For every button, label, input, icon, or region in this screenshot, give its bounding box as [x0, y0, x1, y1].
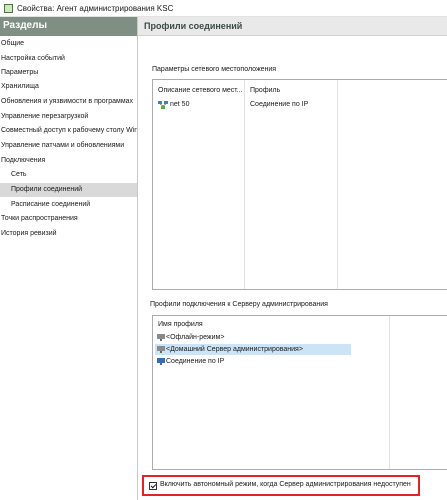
connection-profiles-list[interactable]: Имя профиля <Офлайн-режим> <Домашний Сер… [152, 315, 447, 470]
sidebar-item-storages[interactable]: Хранилища [0, 80, 137, 94]
sidebar-item-reboot-management[interactable]: Управление перезагрузкой [0, 110, 137, 124]
sidebar-item-connections[interactable]: Подключения [0, 154, 137, 168]
column-header-profile[interactable]: Профиль [250, 87, 280, 94]
column-header-location-description[interactable]: Описание сетевого мест... [158, 87, 243, 94]
network-location-list[interactable]: Описание сетевого мест... Профиль net 50… [152, 79, 447, 290]
computer-blue-icon [157, 358, 165, 365]
window-titlebar: Свойства: Агент администрирования KSC [0, 0, 447, 17]
sidebar-item-network[interactable]: Сеть [0, 168, 137, 182]
main-panel: Профили соединений Параметры сетевого ме… [138, 17, 447, 500]
sidebar-item-updates-vulnerabilities[interactable]: Обновления и уязвимости в программах [0, 95, 137, 109]
sidebar-item-parameters[interactable]: Параметры [0, 66, 137, 80]
sidebar-header: Разделы [0, 17, 137, 36]
sidebar-item-distribution-points[interactable]: Точки распространения [0, 212, 137, 226]
sidebar-item-connection-profiles[interactable]: Профили соединений [0, 183, 137, 197]
network-location-icon [158, 101, 168, 109]
sidebar-header-label: Разделы [3, 20, 47, 31]
sidebar-item-event-settings[interactable]: Настройка событий [0, 52, 137, 66]
location-description-cell: net 50 [170, 101, 190, 108]
column-header-profile-name[interactable]: Имя профиля [158, 321, 203, 328]
sidebar-item-connection-schedule[interactable]: Расписание соединений [0, 198, 137, 212]
page-header: Профили соединений [138, 17, 447, 36]
red-highlight-frame: Включить автономный режим, когда Сервер … [142, 475, 420, 496]
sidebar-item-general[interactable]: Общие [0, 37, 137, 51]
sidebar-item-desktop-sharing[interactable]: Совместный доступ к рабочему столу Windo [0, 124, 137, 138]
window-title: Свойства: Агент администрирования KSC [17, 4, 174, 13]
network-location-group-label: Параметры сетевого местоположения [152, 66, 277, 73]
column-divider [245, 80, 338, 289]
offline-mode-area: Включить автономный режим, когда Сервер … [138, 470, 447, 500]
profile-name-cell: Соединение по IP [166, 358, 225, 365]
sidebar-item-revision-history[interactable]: История ревизий [0, 227, 137, 241]
computer-gray-icon [157, 346, 165, 353]
app-icon [4, 4, 13, 13]
computer-gray-icon [157, 334, 165, 341]
page-title: Профили соединений [144, 21, 243, 31]
sections-sidebar: Разделы Общие Настройка событий Параметр… [0, 17, 138, 500]
offline-mode-checkbox-label[interactable]: Включить автономный режим, когда Сервер … [160, 481, 411, 488]
location-profile-cell: Соединение по IP [250, 101, 309, 108]
sidebar-item-patch-management[interactable]: Управление патчами и обновлениями [0, 139, 137, 153]
profile-name-cell: <Домашний Сервер администрирования> [166, 346, 303, 353]
connection-profiles-group-label: Профили подключения к Серверу администри… [150, 301, 328, 308]
offline-mode-checkbox[interactable] [149, 482, 157, 490]
profile-name-cell: <Офлайн-режим> [166, 334, 225, 341]
column-divider [153, 80, 245, 289]
